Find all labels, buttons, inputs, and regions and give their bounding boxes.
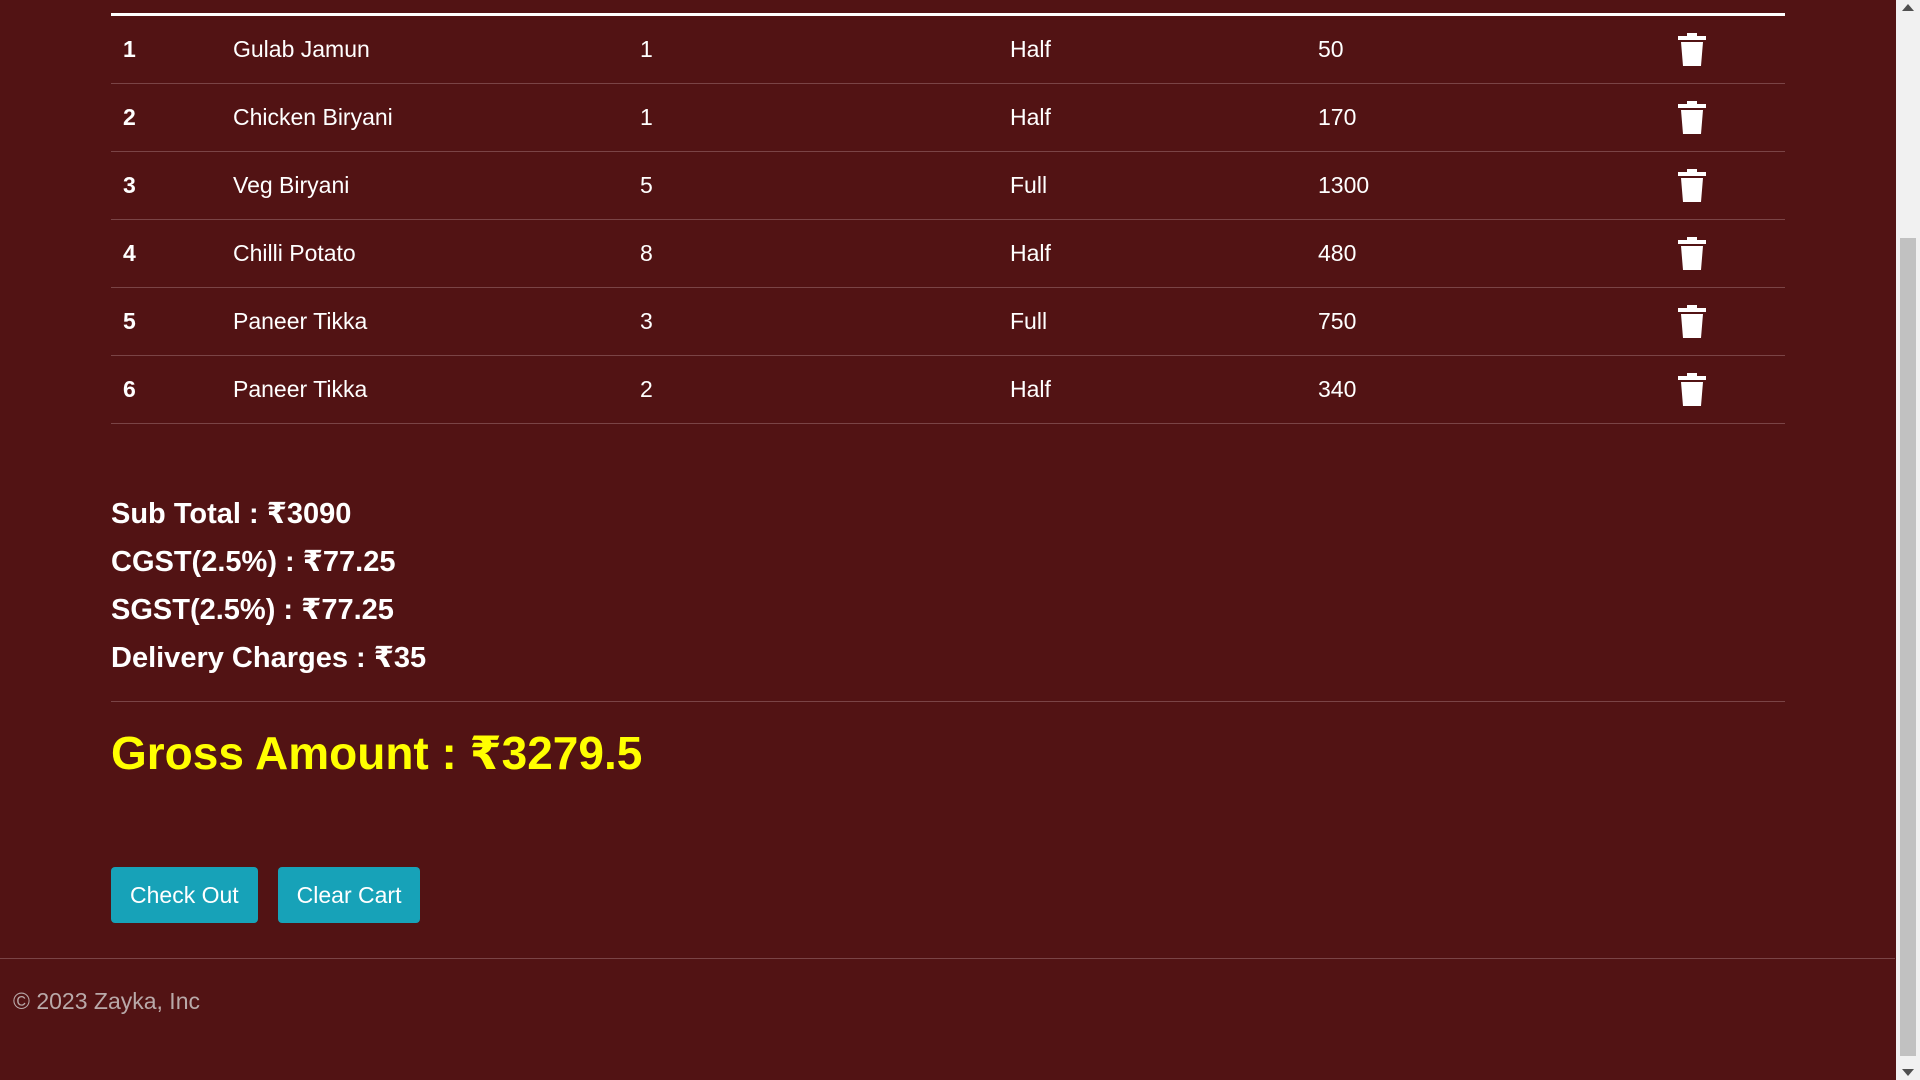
table-row: 6 Paneer Tikka 2 Half 340 [111, 355, 1785, 424]
item-name: Paneer Tikka [233, 287, 640, 356]
sgst: SGST(2.5%) : ₹77.25 [111, 594, 394, 626]
trash-icon[interactable] [1677, 236, 1707, 271]
item-size: Full [1010, 151, 1318, 220]
table-row: 4 Chilli Potato 8 Half 480 [111, 219, 1785, 288]
order-summary: Sub Total : ₹3090 CGST(2.5%) : ₹77.25 SG… [111, 490, 426, 682]
row-number: 4 [111, 219, 233, 288]
cart-page: 1 Gulab Jamun 1 Half 50 2 Chicken Biryan… [0, 0, 1895, 1080]
table-row: 5 Paneer Tikka 3 Full 750 [111, 287, 1785, 356]
row-number: 5 [111, 287, 233, 356]
trash-icon[interactable] [1677, 100, 1707, 135]
trash-icon[interactable] [1677, 168, 1707, 203]
delivery-charges: Delivery Charges : ₹35 [111, 642, 427, 674]
cgst: CGST(2.5%) : ₹77.25 [111, 546, 396, 578]
cart-actions: Check Out Clear Cart [111, 867, 440, 923]
item-name: Veg Biryani [233, 151, 640, 220]
footer-copyright: © 2023 Zayka, Inc [13, 988, 200, 1014]
item-price: 170 [1318, 83, 1678, 152]
trash-icon[interactable] [1677, 372, 1707, 407]
cart-table: 1 Gulab Jamun 1 Half 50 2 Chicken Biryan… [111, 16, 1785, 424]
item-name: Paneer Tikka [233, 355, 640, 424]
item-quantity: 1 [640, 83, 1010, 152]
trash-icon[interactable] [1677, 304, 1707, 339]
gross-amount: Gross Amount : ₹3279.5 [111, 727, 643, 779]
item-price: 1300 [1318, 151, 1678, 220]
item-name: Chilli Potato [233, 219, 640, 288]
table-row: 3 Veg Biryani 5 Full 1300 [111, 151, 1785, 220]
item-quantity: 1 [640, 16, 1010, 84]
item-size: Full [1010, 287, 1318, 356]
item-size: Half [1010, 16, 1318, 84]
item-size: Half [1010, 83, 1318, 152]
clear-cart-button[interactable]: Clear Cart [277, 867, 421, 923]
item-name: Chicken Biryani [233, 83, 640, 152]
scrollbar-thumb[interactable] [1900, 238, 1916, 1056]
checkout-button[interactable]: Check Out [111, 867, 258, 923]
item-quantity: 2 [640, 355, 1010, 424]
item-size: Half [1010, 219, 1318, 288]
item-price: 340 [1318, 355, 1678, 424]
row-number: 3 [111, 151, 233, 220]
item-price: 480 [1318, 219, 1678, 288]
footer-divider [0, 958, 1895, 959]
table-row: 1 Gulab Jamun 1 Half 50 [111, 16, 1785, 84]
scroll-up-icon[interactable] [1902, 4, 1914, 11]
scroll-down-icon[interactable] [1902, 1069, 1914, 1076]
item-quantity: 5 [640, 151, 1010, 220]
summary-divider [111, 701, 1785, 702]
table-row: 2 Chicken Biryani 1 Half 170 [111, 83, 1785, 152]
item-price: 50 [1318, 16, 1678, 84]
row-number: 1 [111, 16, 233, 84]
row-number: 6 [111, 355, 233, 424]
trash-icon[interactable] [1677, 32, 1707, 67]
item-quantity: 3 [640, 287, 1010, 356]
item-name: Gulab Jamun [233, 16, 640, 84]
row-number: 2 [111, 83, 233, 152]
item-quantity: 8 [640, 219, 1010, 288]
item-size: Half [1010, 355, 1318, 424]
subtotal: Sub Total : ₹3090 [111, 498, 352, 530]
vertical-scrollbar[interactable] [1896, 0, 1920, 1080]
item-price: 750 [1318, 287, 1678, 356]
